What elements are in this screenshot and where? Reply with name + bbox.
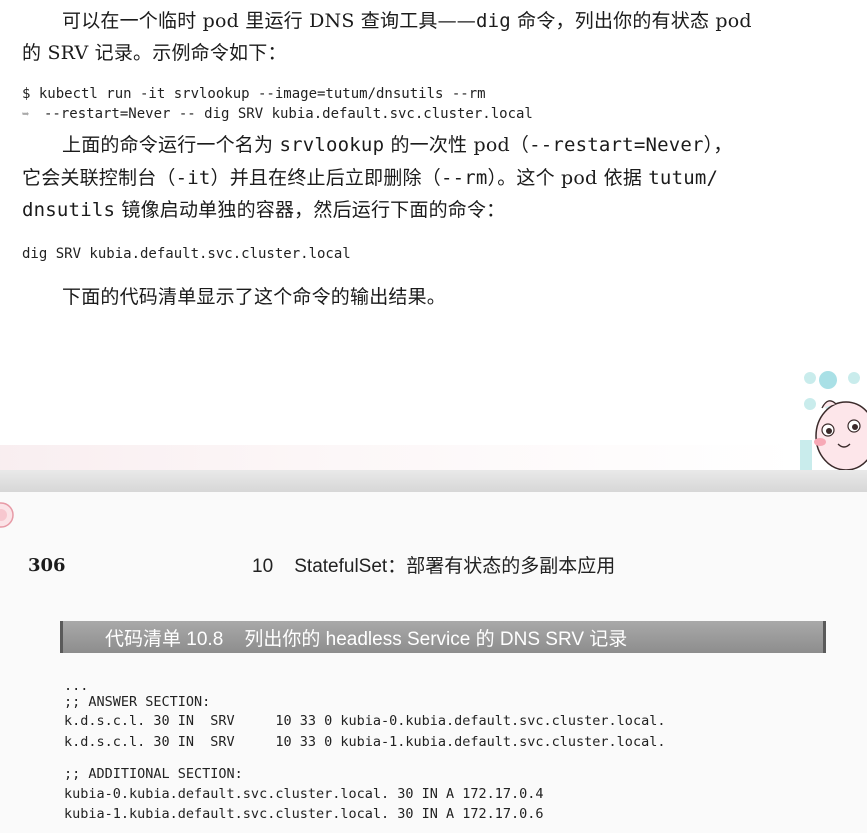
inline-code: dig xyxy=(476,10,511,32)
command-text: --restart=Never -- dig SRV kubia.default… xyxy=(44,106,533,122)
paragraph-2-line-3: dnsutils 镜像启动单独的容器，然后运行下面的命令： xyxy=(22,195,505,226)
listing-title: 代码清单 10.8 列出你的 headless Service 的 DNS SR… xyxy=(105,629,628,650)
page-number: 306 xyxy=(28,555,66,576)
inline-code: srvlookup xyxy=(279,134,385,156)
inline-code: -it xyxy=(175,167,211,189)
page-divider xyxy=(0,470,867,492)
inline-code: --rm xyxy=(440,167,488,189)
text: 上面的命令运行一个名为 xyxy=(62,134,280,156)
text: 可以在一个临时 pod 里运行 DNS 查询工具—— xyxy=(62,10,476,32)
text: 它会关联控制台（ xyxy=(22,167,176,189)
listing-line: k.d.s.c.l. 30 IN SRV 10 33 0 kubia-0.kub… xyxy=(64,713,666,729)
inline-code: dnsutils xyxy=(22,199,116,221)
text: ）并且在终止后立即删除（ xyxy=(210,167,441,189)
inline-code: --restart=Never xyxy=(529,134,704,156)
page-edge-shadow xyxy=(0,445,800,470)
page-corner-mark-icon xyxy=(0,502,14,528)
continuation-arrow-icon: ➥ xyxy=(22,107,30,121)
text: ）。这个 pod 依据 xyxy=(487,167,649,189)
paragraph-1-line-2: 的 SRV 记录。示例命令如下： xyxy=(22,42,287,64)
paragraph-1-line-1: 可以在一个临时 pod 里运行 DNS 查询工具——dig 命令，列出你的有状态… xyxy=(62,6,752,37)
listing-line: kubia-0.kubia.default.svc.cluster.local.… xyxy=(64,786,544,802)
listing-line: ;; ADDITIONAL SECTION: xyxy=(64,766,243,782)
chapter-title: 10 StatefulSet：部署有状态的多副本应用 xyxy=(252,556,616,577)
cartoon-mascot-icon xyxy=(800,371,867,470)
paragraph-2-line-1: 上面的命令运行一个名为 srvlookup 的一次性 pod（--restart… xyxy=(62,130,733,161)
text: 镜像启动单独的容器，然后运行下面的命令： xyxy=(115,199,506,221)
paragraph-2-line-2: 它会关联控制台（-it）并且在终止后立即删除（--rm）。这个 pod 依据 t… xyxy=(22,163,718,194)
listing-line: ;; ANSWER SECTION: xyxy=(64,694,211,710)
page-header: 306 10 StatefulSet：部署有状态的多副本应用 xyxy=(0,550,867,580)
command-dig: dig SRV kubia.default.svc.cluster.local xyxy=(22,246,351,262)
listing-line: kubia-1.kubia.default.svc.cluster.local.… xyxy=(64,806,544,822)
top-page: 可以在一个临时 pod 里运行 DNS 查询工具——dig 命令，列出你的有状态… xyxy=(0,0,867,470)
command-line-1: $ kubectl run -it srvlookup --image=tutu… xyxy=(22,86,486,102)
text: 的一次性 pod（ xyxy=(384,134,530,156)
inline-code: tutum/ xyxy=(648,167,719,189)
text: 命令，列出你的有状态 pod xyxy=(510,10,752,32)
text: ）， xyxy=(703,134,733,156)
paragraph-3: 下面的代码清单显示了这个命令的输出结果。 xyxy=(62,286,447,308)
command-line-2: ➥ --restart=Never -- dig SRV kubia.defaul… xyxy=(22,104,533,124)
listing-line: k.d.s.c.l. 30 IN SRV 10 33 0 kubia-1.kub… xyxy=(64,734,666,750)
listing-title-bar: 代码清单 10.8 列出你的 headless Service 的 DNS SR… xyxy=(60,621,826,653)
